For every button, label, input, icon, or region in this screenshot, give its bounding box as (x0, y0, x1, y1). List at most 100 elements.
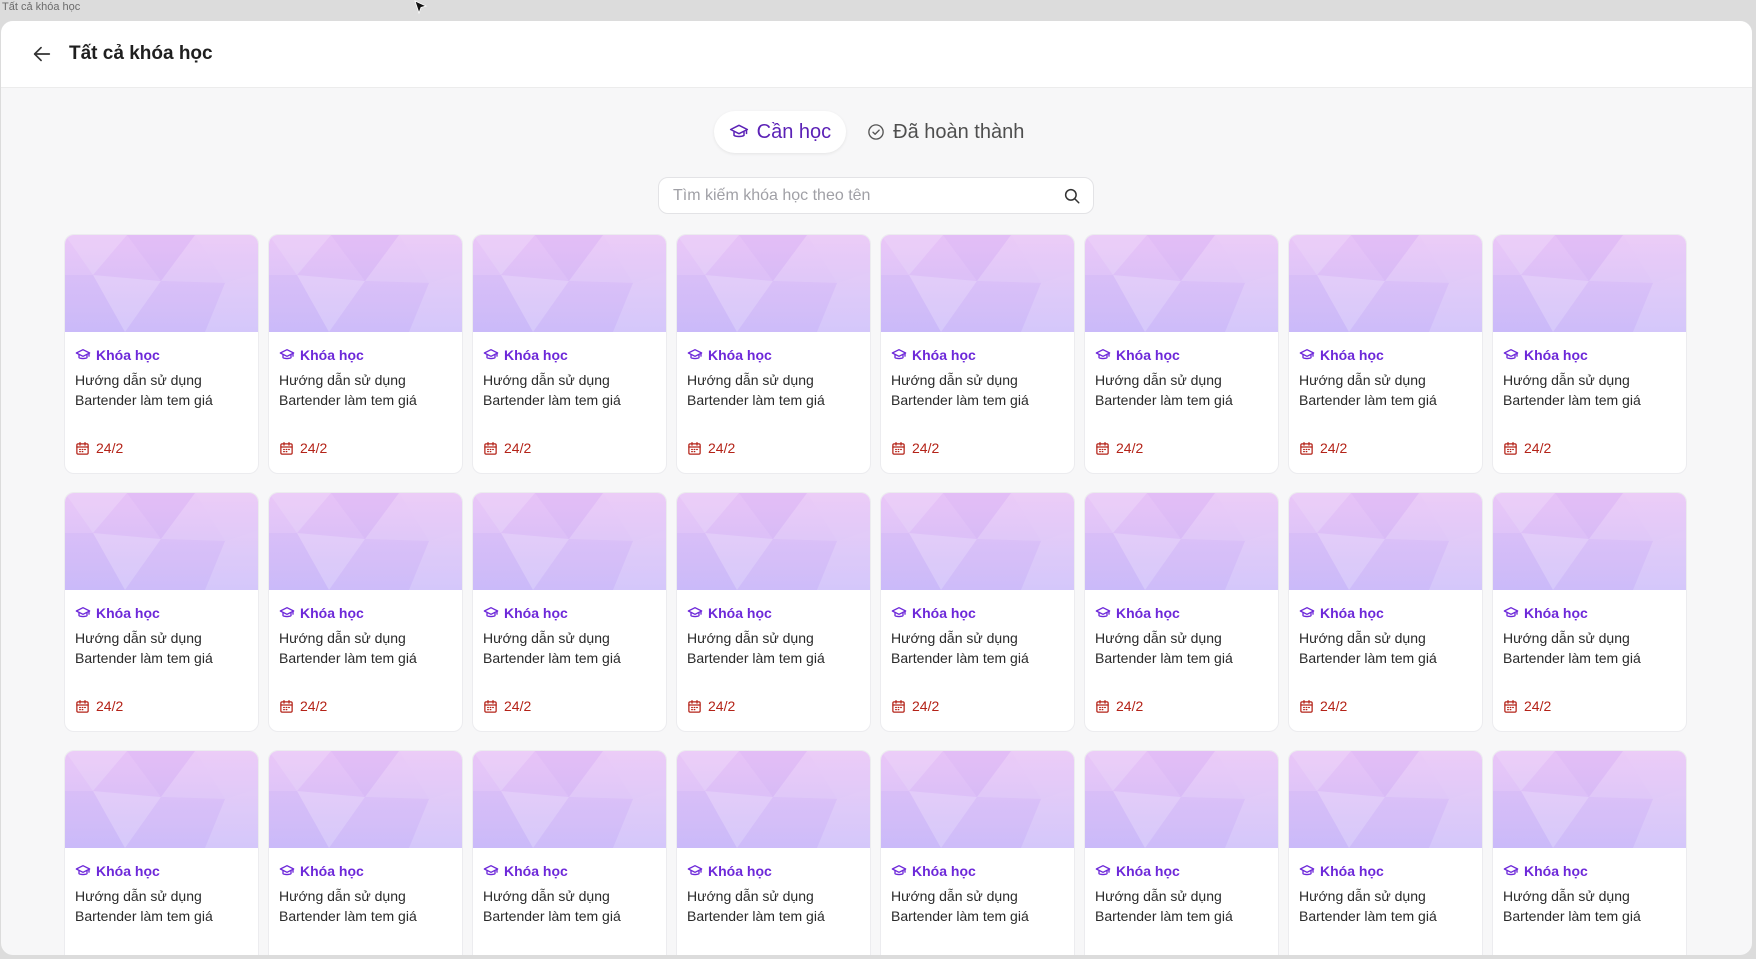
course-thumbnail (269, 235, 462, 332)
course-category-label: Khóa học (708, 347, 772, 363)
tab-can-hoc[interactable]: Cần học (713, 111, 847, 153)
search-input[interactable] (671, 185, 1063, 206)
course-category: Khóa học (687, 605, 860, 621)
course-card[interactable]: Khóa học Hướng dẫn sử dụng Bartender làm… (880, 234, 1075, 474)
back-button[interactable] (29, 41, 55, 67)
course-name: Hướng dẫn sử dụng Bartender làm tem giá (279, 372, 417, 408)
course-card[interactable]: Khóa học Hướng dẫn sử dụng Bartender làm… (1492, 750, 1687, 955)
course-date: 24/2 (1299, 440, 1347, 456)
graduation-cap-icon (687, 865, 703, 876)
course-card[interactable]: Khóa học Hướng dẫn sử dụng Bartender làm… (64, 492, 259, 732)
course-name: Hướng dẫn sử dụng Bartender làm tem giá (1299, 372, 1437, 408)
course-name: Hướng dẫn sử dụng Bartender làm tem giá (1095, 630, 1233, 666)
course-thumbnail (269, 493, 462, 590)
course-thumbnail (881, 751, 1074, 848)
course-date-label: 24/2 (504, 698, 532, 714)
graduation-cap-icon (279, 349, 295, 360)
course-card[interactable]: Khóa học Hướng dẫn sử dụng Bartender làm… (1288, 234, 1483, 474)
course-thumbnail (65, 493, 258, 590)
course-category-label: Khóa học (504, 863, 568, 879)
graduation-cap-icon (1095, 349, 1111, 360)
course-card[interactable]: Khóa học Hướng dẫn sử dụng Bartender làm… (1288, 750, 1483, 955)
course-card[interactable]: Khóa học Hướng dẫn sử dụng Bartender làm… (268, 492, 463, 732)
course-thumbnail (1085, 493, 1278, 590)
course-card[interactable]: Khóa học Hướng dẫn sử dụng Bartender làm… (1084, 492, 1279, 732)
course-name: Hướng dẫn sử dụng Bartender làm tem giá (75, 630, 213, 666)
course-category: Khóa học (75, 605, 248, 621)
course-card[interactable]: Khóa học Hướng dẫn sử dụng Bartender làm… (64, 750, 259, 955)
course-category: Khóa học (1299, 863, 1472, 879)
course-category: Khóa học (1299, 605, 1472, 621)
course-card[interactable]: Khóa học Hướng dẫn sử dụng Bartender làm… (880, 492, 1075, 732)
calendar-icon (1300, 699, 1313, 713)
course-thumbnail (881, 493, 1074, 590)
course-thumbnail (1289, 751, 1482, 848)
course-category: Khóa học (483, 863, 656, 879)
course-card[interactable]: Khóa học Hướng dẫn sử dụng Bartender làm… (472, 234, 667, 474)
course-card[interactable]: Khóa học Hướng dẫn sử dụng Bartender làm… (472, 492, 667, 732)
graduation-cap-icon (1299, 607, 1315, 618)
course-thumbnail (1493, 493, 1686, 590)
course-card[interactable]: Khóa học Hướng dẫn sử dụng Bartender làm… (1084, 750, 1279, 955)
calendar-icon (688, 699, 701, 713)
course-date: 24/2 (1095, 698, 1143, 714)
graduation-cap-icon (1503, 349, 1519, 360)
course-category-label: Khóa học (708, 605, 772, 621)
course-name: Hướng dẫn sử dụng Bartender làm tem giá (891, 888, 1029, 924)
course-grid: Khóa học Hướng dẫn sử dụng Bartender làm… (64, 234, 1687, 955)
course-card[interactable]: Khóa học Hướng dẫn sử dụng Bartender làm… (472, 750, 667, 955)
course-card[interactable]: Khóa học Hướng dẫn sử dụng Bartender làm… (676, 234, 871, 474)
course-name: Hướng dẫn sử dụng Bartender làm tem giá (1095, 888, 1233, 924)
course-name: Hướng dẫn sử dụng Bartender làm tem giá (891, 372, 1029, 408)
course-card[interactable]: Khóa học Hướng dẫn sử dụng Bartender làm… (880, 750, 1075, 955)
course-name: Hướng dẫn sử dụng Bartender làm tem giá (1503, 630, 1641, 666)
course-category: Khóa học (483, 347, 656, 363)
calendar-icon (1504, 699, 1517, 713)
course-date: 24/2 (483, 698, 531, 714)
course-card[interactable]: Khóa học Hướng dẫn sử dụng Bartender làm… (1288, 492, 1483, 732)
course-category: Khóa học (279, 863, 452, 879)
page-title: Tất cả khóa học (69, 43, 213, 64)
course-card[interactable]: Khóa học Hướng dẫn sử dụng Bartender làm… (1492, 234, 1687, 474)
course-name: Hướng dẫn sử dụng Bartender làm tem giá (483, 372, 621, 408)
course-category: Khóa học (891, 347, 1064, 363)
course-card[interactable]: Khóa học Hướng dẫn sử dụng Bartender làm… (1492, 492, 1687, 732)
course-category: Khóa học (1503, 347, 1676, 363)
course-date: 24/2 (1299, 698, 1347, 714)
course-name: Hướng dẫn sử dụng Bartender làm tem giá (687, 888, 825, 924)
course-category: Khóa học (891, 863, 1064, 879)
graduation-cap-icon (1503, 607, 1519, 618)
course-card[interactable]: Khóa học Hướng dẫn sử dụng Bartender làm… (1084, 234, 1279, 474)
course-category: Khóa học (891, 605, 1064, 621)
course-thumbnail (473, 751, 666, 848)
course-date-label: 24/2 (1116, 440, 1144, 456)
graduation-cap-icon (1503, 865, 1519, 876)
search-icon[interactable] (1063, 187, 1081, 205)
course-card[interactable]: Khóa học Hướng dẫn sử dụng Bartender làm… (676, 750, 871, 955)
arrow-left-icon (33, 46, 51, 62)
course-category: Khóa học (1095, 347, 1268, 363)
course-category-label: Khóa học (96, 605, 160, 621)
course-card[interactable]: Khóa học Hướng dẫn sử dụng Bartender làm… (676, 492, 871, 732)
course-card[interactable]: Khóa học Hướng dẫn sử dụng Bartender làm… (268, 750, 463, 955)
calendar-icon (688, 441, 701, 455)
graduation-cap-icon (1299, 865, 1315, 876)
course-date: 24/2 (1503, 698, 1551, 714)
tab-da-hoan-thanh[interactable]: Đã hoàn thành (852, 111, 1039, 153)
course-date-label: 24/2 (300, 698, 328, 714)
graduation-cap-icon (891, 607, 907, 618)
course-card[interactable]: Khóa học Hướng dẫn sử dụng Bartender làm… (268, 234, 463, 474)
course-date: 24/2 (279, 698, 327, 714)
course-category: Khóa học (1095, 863, 1268, 879)
course-date-label: 24/2 (96, 440, 124, 456)
course-card[interactable]: Khóa học Hướng dẫn sử dụng Bartender làm… (64, 234, 259, 474)
course-category-label: Khóa học (300, 863, 364, 879)
course-category-label: Khóa học (912, 347, 976, 363)
course-thumbnail (1289, 493, 1482, 590)
course-date: 24/2 (1095, 440, 1143, 456)
course-thumbnail (677, 493, 870, 590)
course-category: Khóa học (483, 605, 656, 621)
course-date-label: 24/2 (912, 698, 940, 714)
course-date: 24/2 (687, 698, 735, 714)
course-category-label: Khóa học (1524, 605, 1588, 621)
